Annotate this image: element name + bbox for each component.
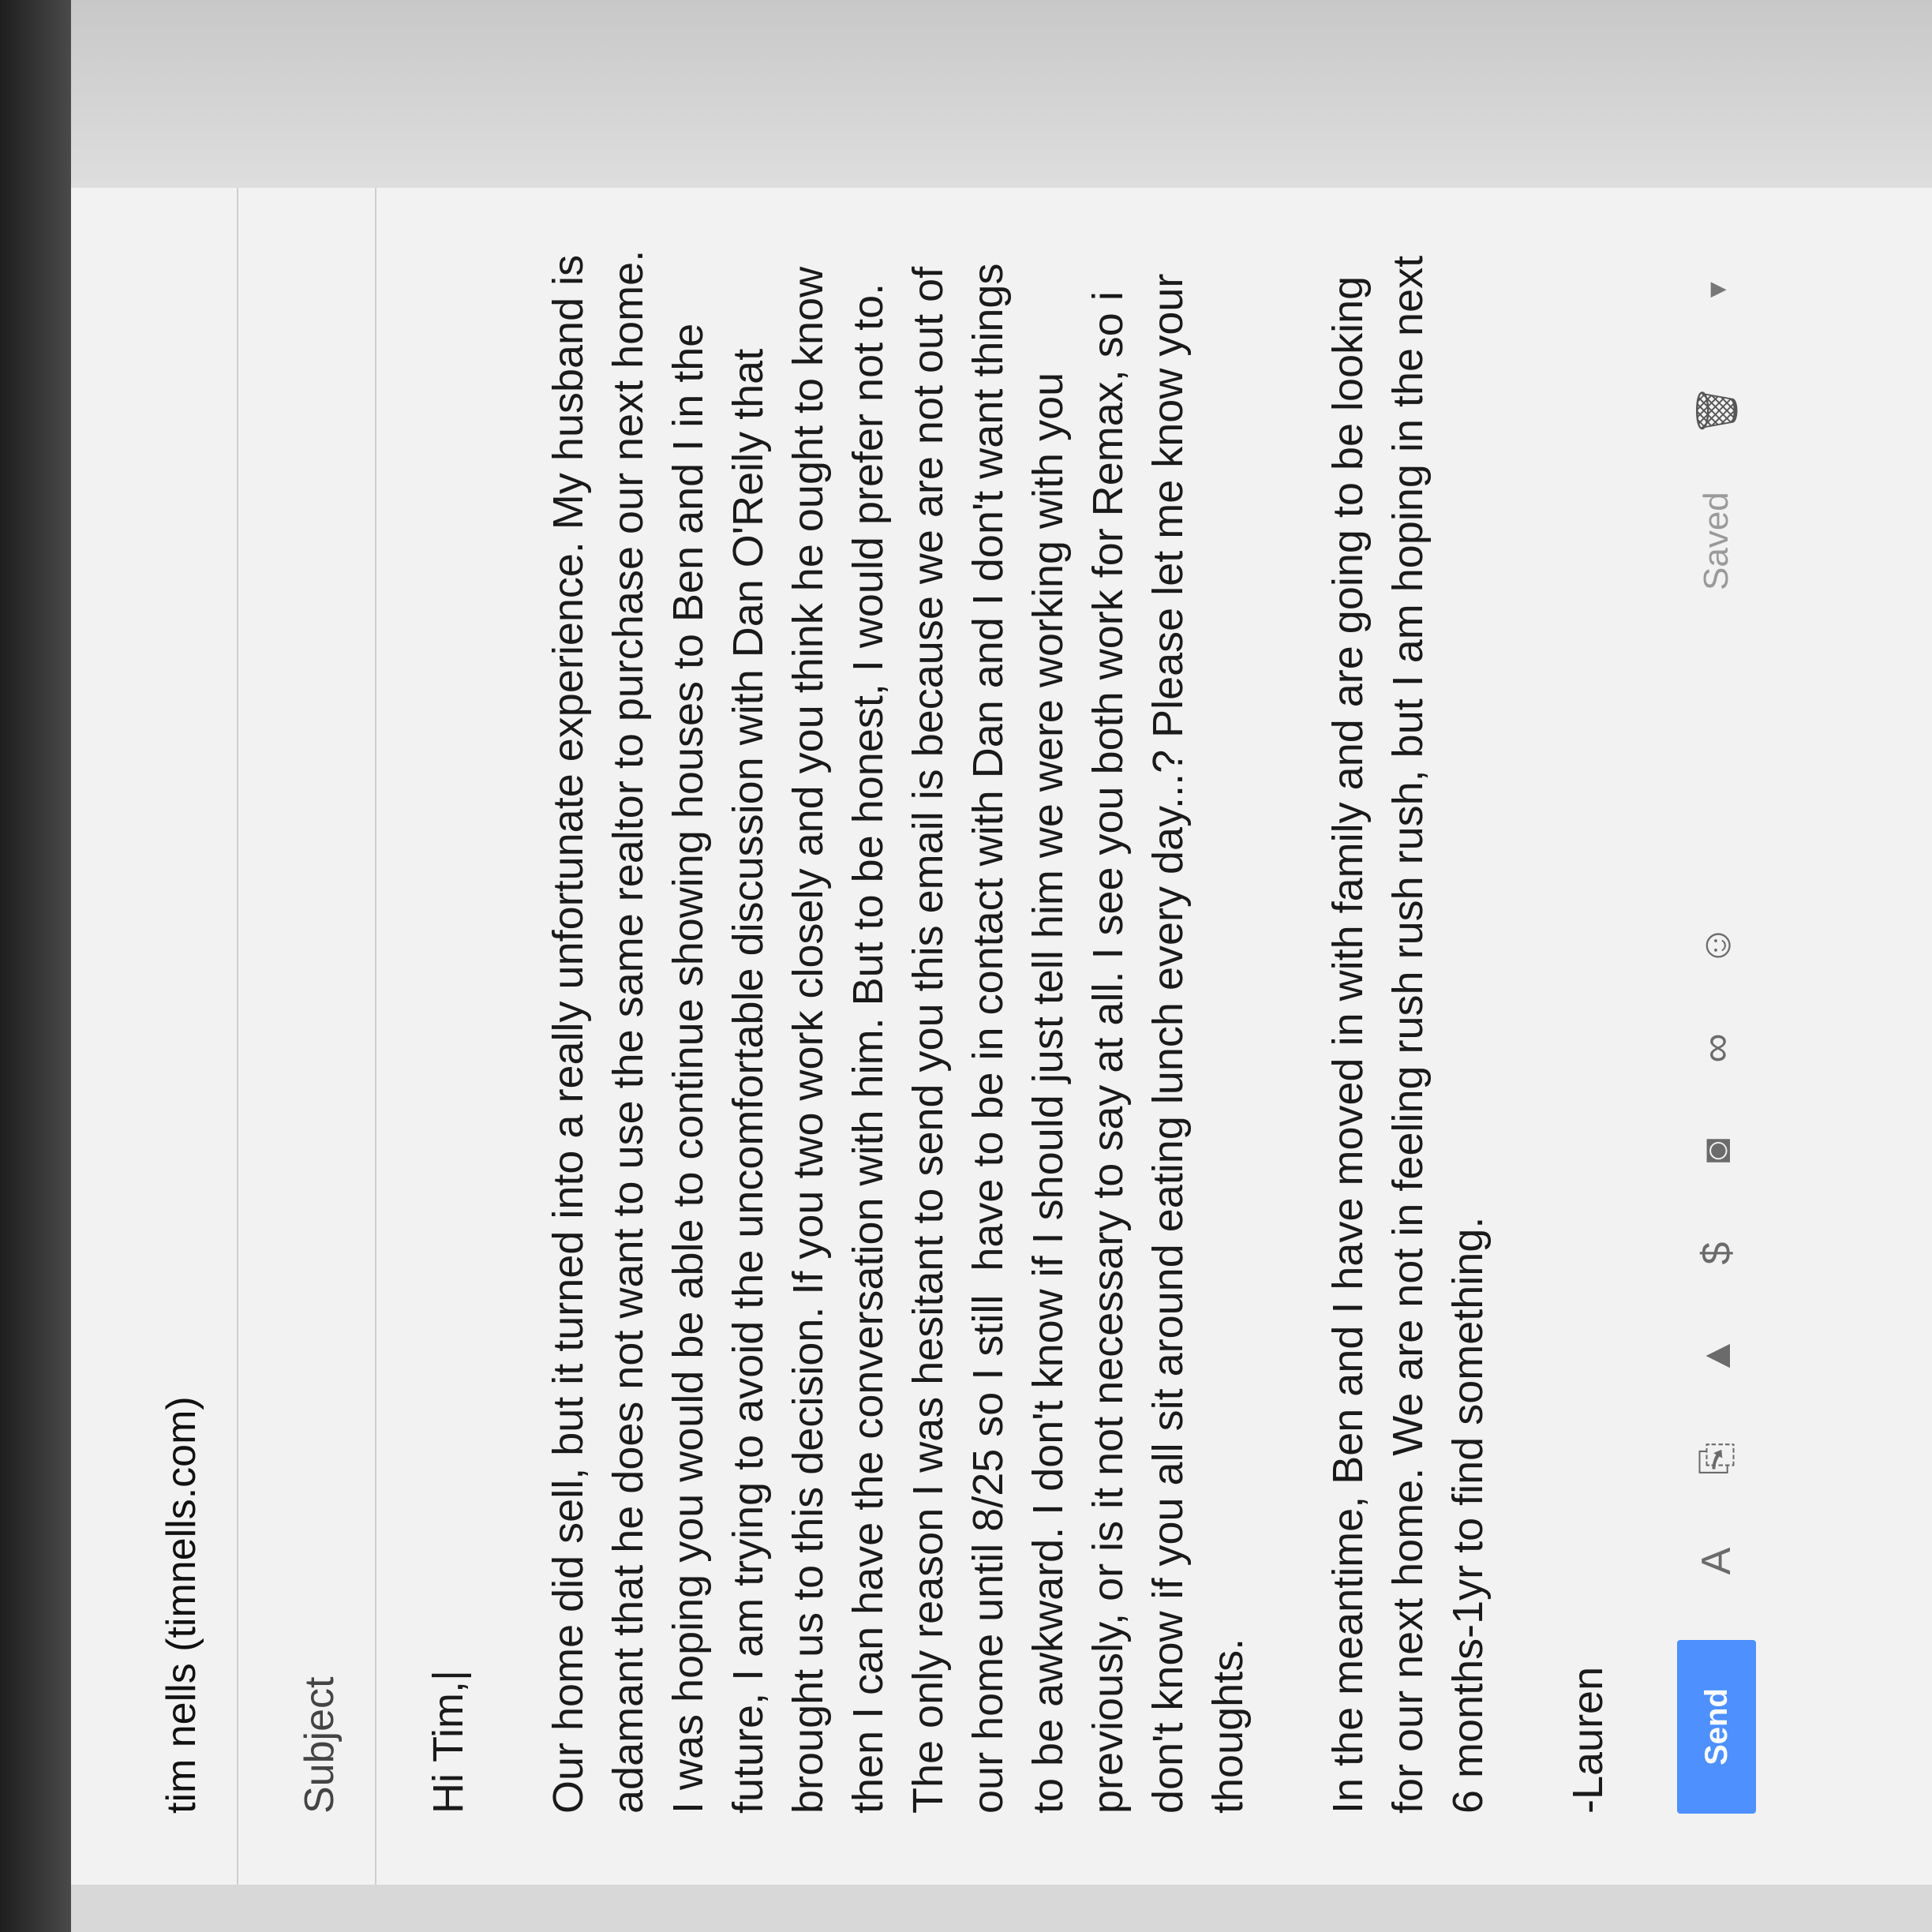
attach-icon[interactable]: ⎘ [1693, 1435, 1741, 1482]
money-icon[interactable]: $ [1693, 1230, 1740, 1277]
divider [375, 188, 376, 1885]
compose-toolbar: Send A ⎘ ▲ $ ◙ ∞ ☺ Saved 🗑 ▾ [1665, 172, 1768, 1814]
recipient-field[interactable]: tim nells (timnells.com) [158, 1396, 205, 1814]
subject-field[interactable]: Subject [296, 1677, 343, 1814]
saved-status: Saved [1697, 492, 1735, 590]
emoji-icon[interactable]: ☺ [1693, 922, 1740, 969]
monitor-bezel [0, 0, 71, 1932]
link-icon[interactable]: ∞ [1693, 1024, 1740, 1072]
trash-icon[interactable]: 🗑 [1693, 384, 1741, 436]
compose-window: tim nells (timnells.com) Subject Hi Tim,… [71, 188, 1932, 1885]
divider [237, 188, 238, 1885]
photo-icon[interactable]: ◙ [1693, 1127, 1740, 1174]
paragraph: In the meantime, Ben and I have moved in… [1324, 243, 1492, 1814]
fragment: n [1918, 1904, 1932, 1924]
greeting: Hi Tim,| [425, 1669, 472, 1814]
window-edge [71, 0, 1932, 188]
drive-icon[interactable]: ▲ [1693, 1332, 1740, 1380]
paragraph: Our home did sell, but it turned into a … [545, 238, 1252, 1814]
more-options-icon[interactable]: ▾ [1698, 282, 1735, 298]
send-button[interactable]: Send [1677, 1640, 1756, 1814]
format-text-icon[interactable]: A [1693, 1537, 1740, 1585]
background-inbox-strip: n e [71, 1885, 1932, 1932]
monitor-screen: n e tim nells (timnells.com) Subject Hi … [0, 0, 1932, 1932]
message-body[interactable]: Hi Tim,| Our home did sell, but it turne… [418, 235, 1678, 1814]
inbox-fragments: n e [71, 1888, 1932, 1927]
signature: -Lauren [1564, 1666, 1612, 1814]
